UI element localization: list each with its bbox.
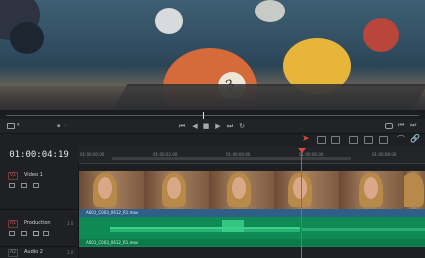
lock-track-icon[interactable] [9, 183, 15, 188]
ruler-tick-label: 01:00:00:00 [80, 152, 105, 157]
timeline-playhead[interactable] [301, 149, 302, 258]
in-point-icon[interactable]: ⏮ [398, 121, 404, 130]
video-thumbnail[interactable] [274, 171, 339, 209]
viewer-image: 3 [0, 0, 425, 110]
chevron-down-icon[interactable]: ▾ [17, 122, 20, 128]
track-id-v1[interactable]: V1 [8, 172, 18, 180]
audio-waveform [302, 228, 425, 231]
timecode-display[interactable]: 01:00:04:19 [0, 148, 78, 162]
track-id-a2[interactable]: A2 [8, 249, 18, 257]
overwrite-clip-icon[interactable] [364, 136, 373, 144]
trim-tool-icon[interactable] [317, 136, 326, 144]
selection-tool-icon[interactable]: ➤ [302, 134, 310, 144]
video-thumbnail[interactable] [404, 171, 425, 209]
snapping-icon[interactable]: ⌒ [397, 134, 405, 145]
prev-marker-button[interactable]: ⏮ [177, 119, 187, 133]
viewer-mode-icon[interactable] [7, 123, 15, 129]
video-thumbnail[interactable] [144, 171, 209, 209]
stop-button[interactable]: ■ [201, 119, 211, 133]
step-back-button[interactable]: ◀ [190, 119, 200, 133]
insert-clip-icon[interactable] [349, 136, 358, 144]
audio2-track-lane[interactable] [79, 247, 425, 258]
auto-select-icon[interactable] [21, 231, 27, 236]
audio-waveform-peak [222, 220, 244, 232]
track-divider [0, 246, 78, 247]
track-name-video1[interactable]: Video 1 [24, 172, 43, 178]
fullscreen-icon[interactable] [385, 123, 393, 129]
audio-waveform [110, 229, 300, 232]
track-divider [0, 209, 78, 210]
linked-selection-icon[interactable]: 🔗 [410, 134, 420, 143]
auto-select-icon[interactable] [21, 183, 27, 188]
video-thumbnail[interactable] [209, 171, 274, 209]
play-button[interactable]: ▶ [213, 119, 223, 133]
solo-track-icon[interactable] [33, 231, 39, 236]
timeline-toolbar [0, 133, 425, 148]
out-point-icon[interactable]: ⏭ [410, 121, 416, 130]
playhead-handle[interactable] [298, 148, 306, 153]
ruler-tick-label: 01:00:08:00 [372, 152, 397, 157]
lock-track-icon[interactable] [9, 231, 15, 236]
mute-track-icon[interactable] [43, 231, 49, 236]
video-clip-name: A001_C003_0612_R1.mov [86, 210, 139, 215]
video-thumbnail[interactable] [79, 171, 144, 209]
loop-button[interactable]: ↻ [237, 119, 247, 133]
track-name-audio2[interactable]: Audio 2 [24, 249, 43, 255]
track-id-a1[interactable]: A1 [8, 220, 18, 228]
scrubber-track [6, 115, 419, 116]
replace-clip-icon[interactable] [379, 136, 388, 144]
viewer-options-icon[interactable]: ▪ ◦ [57, 123, 68, 129]
audio-clip-name: A001_C003_0612_R1.mov [86, 240, 139, 245]
video-thumbnail[interactable] [339, 171, 404, 209]
next-marker-button[interactable]: ⏭ [225, 119, 235, 133]
blade-tool-icon[interactable] [331, 136, 340, 144]
track-level: 2.0 [67, 221, 74, 226]
track-name-production[interactable]: Production [24, 220, 51, 226]
in-out-range[interactable] [112, 157, 351, 160]
scrubber-playhead[interactable] [203, 112, 204, 119]
disable-track-icon[interactable] [33, 183, 39, 188]
track-level: 2.0 [67, 250, 74, 255]
